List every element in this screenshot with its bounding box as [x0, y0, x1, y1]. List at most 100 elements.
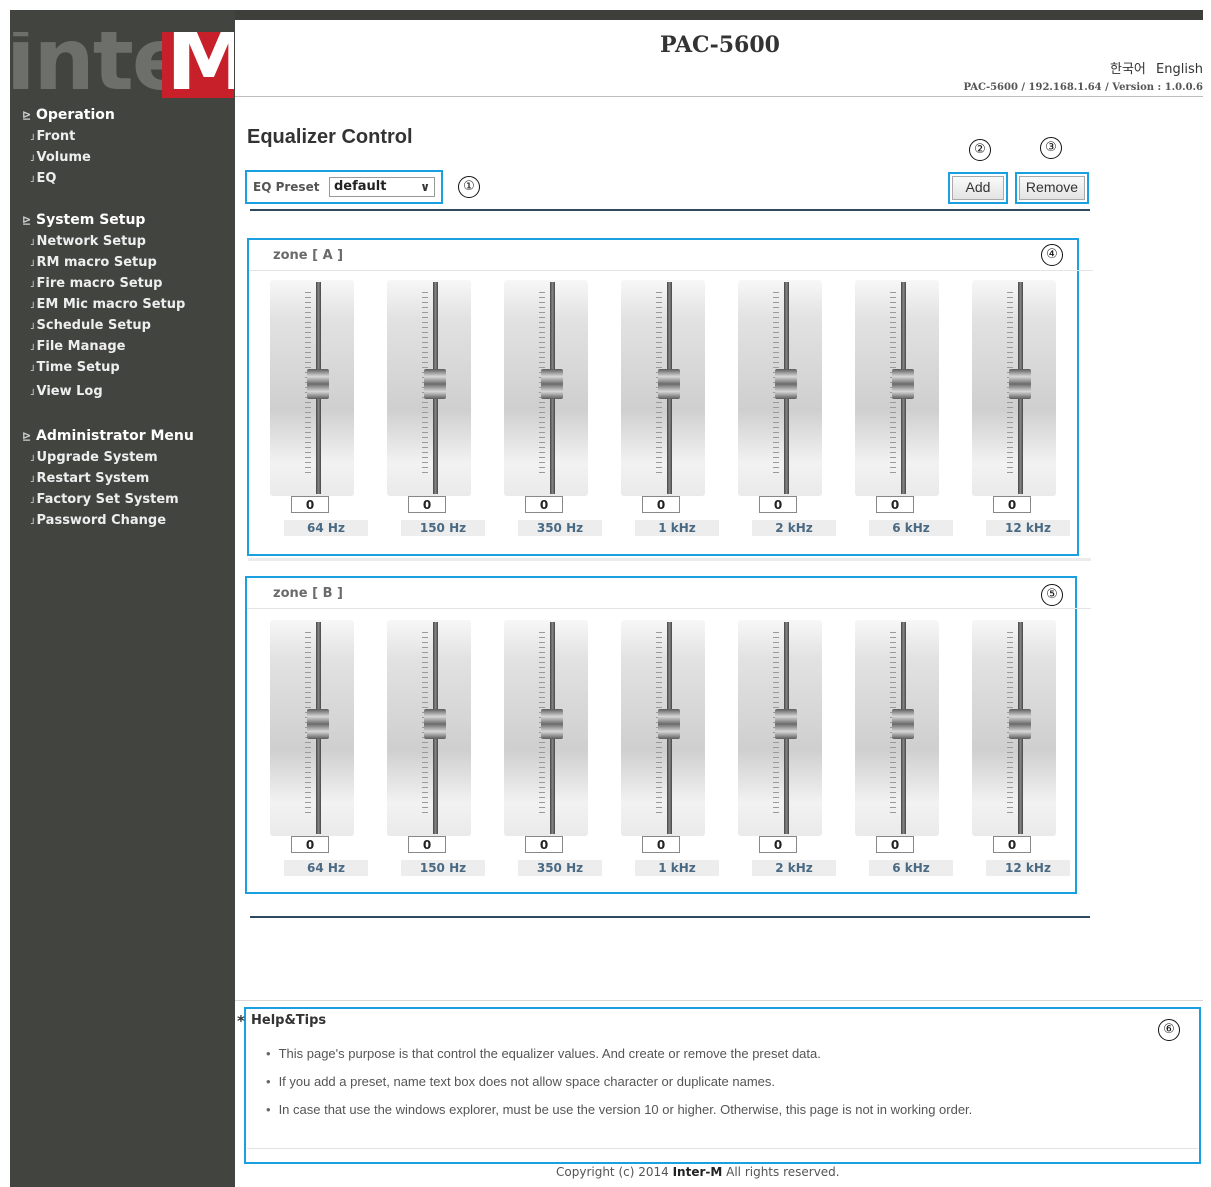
sidebar-item-front[interactable]: ˩ Front: [22, 126, 115, 147]
freq-label: 6 kHz: [869, 860, 953, 876]
slider-knob[interactable]: [307, 709, 329, 739]
callout-2: ②: [969, 139, 991, 161]
header-divider: [235, 96, 1203, 97]
sidebar-item-file-manage[interactable]: ˩ File Manage: [22, 336, 185, 357]
bullet-icon: ˩: [30, 475, 35, 485]
freq-label: 150 Hz: [401, 520, 485, 536]
eq-value-input[interactable]: 0: [642, 496, 680, 513]
eq-value-input[interactable]: 0: [993, 836, 1031, 853]
slider-knob[interactable]: [658, 709, 680, 739]
sidebar-item-factory-set-system[interactable]: ˩ Factory Set System: [22, 489, 194, 510]
eq-slider-zone-a-2khz[interactable]: [738, 280, 822, 496]
menu-group-icon: ⊵: [22, 430, 32, 443]
bullet-icon: •: [266, 1046, 271, 1061]
bullet-icon: ˩: [30, 133, 35, 143]
eq-value-input[interactable]: 0: [642, 836, 680, 853]
slider-knob[interactable]: [424, 369, 446, 399]
help-divider: [235, 1000, 1203, 1001]
eq-slider-zone-a-350hz[interactable]: [504, 280, 588, 496]
eq-slider-zone-a-6khz[interactable]: [855, 280, 939, 496]
eq-slider-zone-b-2khz[interactable]: [738, 620, 822, 836]
zone-b-header: zone [ B ]: [247, 578, 1091, 609]
slider-knob[interactable]: [1009, 709, 1031, 739]
slider-knob[interactable]: [424, 709, 446, 739]
slider-knob[interactable]: [541, 369, 563, 399]
eq-value-input[interactable]: 0: [408, 496, 446, 513]
eq-value-input[interactable]: 0: [408, 836, 446, 853]
slider-knob[interactable]: [658, 369, 680, 399]
menu-system-setup: ⊵ System Setup ˩ Network Setup ˩ RM macro S…: [22, 210, 185, 402]
freq-label: 350 Hz: [518, 520, 602, 536]
eq-slider-zone-b-150hz[interactable]: [387, 620, 471, 836]
sidebar-item-eq[interactable]: ˩ EQ: [22, 168, 115, 189]
sidebar-item-fire-macro-setup[interactable]: ˩ Fire macro Setup: [22, 273, 185, 294]
eq-preset-label: EQ Preset: [253, 180, 320, 194]
eq-slider-zone-b-6khz[interactable]: [855, 620, 939, 836]
sidebar-item-password-change[interactable]: ˩ Password Change: [22, 510, 194, 531]
bullet-icon: ˩: [30, 259, 35, 269]
eq-value-input[interactable]: 0: [993, 496, 1031, 513]
bullet-icon: ˩: [30, 301, 35, 311]
lang-english-link[interactable]: English: [1156, 62, 1203, 77]
eq-value-input[interactable]: 0: [291, 836, 329, 853]
eq-slider-zone-a-1khz[interactable]: [621, 280, 705, 496]
eq-slider-zone-a-64hz[interactable]: [270, 280, 354, 496]
page-title: PAC-5600: [660, 32, 780, 58]
slider-knob[interactable]: [541, 709, 563, 739]
sidebar-item-network-setup[interactable]: ˩ Network Setup: [22, 231, 185, 252]
lang-korean-link[interactable]: 한국어: [1110, 62, 1146, 77]
sidebar-item-view-log[interactable]: ˩ View Log: [22, 381, 185, 402]
eq-preset-value: default: [334, 179, 387, 194]
sidebar-item-em-mic-macro-setup[interactable]: ˩ EM Mic macro Setup: [22, 294, 185, 315]
slider-knob[interactable]: [307, 369, 329, 399]
zone-divider: [248, 558, 1091, 561]
section-heading: Equalizer Control: [247, 126, 413, 148]
bullet-icon: ˩: [30, 322, 35, 332]
eq-preset-select[interactable]: default ∨: [329, 177, 435, 197]
eq-value-input[interactable]: 0: [291, 496, 329, 513]
eq-value-input[interactable]: 0: [759, 496, 797, 513]
logo: inter M: [10, 32, 235, 100]
menu-group-system-setup[interactable]: ⊵ System Setup: [22, 210, 185, 231]
logo-accent-letter: M: [166, 32, 234, 98]
eq-value-input[interactable]: 0: [525, 836, 563, 853]
sidebar-item-time-setup[interactable]: ˩ Time Setup: [22, 357, 185, 378]
slider-knob[interactable]: [1009, 369, 1031, 399]
slider-knob[interactable]: [892, 369, 914, 399]
eq-slider-zone-b-1khz[interactable]: [621, 620, 705, 836]
add-button[interactable]: Add: [952, 176, 1004, 200]
sidebar-item-restart-system[interactable]: ˩ Restart System: [22, 468, 194, 489]
sidebar-item-schedule-setup[interactable]: ˩ Schedule Setup: [22, 315, 185, 336]
freq-label: 2 kHz: [752, 520, 836, 536]
eq-slider-zone-a-12khz[interactable]: [972, 280, 1056, 496]
eq-value-input[interactable]: 0: [876, 836, 914, 853]
eq-slider-zone-b-350hz[interactable]: [504, 620, 588, 836]
freq-label: 1 kHz: [635, 520, 719, 536]
bullet-icon: ˩: [30, 238, 35, 248]
version-info: PAC-5600 / 192.168.1.64 / Version : 1.0.…: [963, 82, 1203, 93]
bullet-icon: •: [266, 1074, 271, 1089]
sidebar-item-volume[interactable]: ˩ Volume: [22, 147, 115, 168]
eq-slider-zone-b-64hz[interactable]: [270, 620, 354, 836]
help-tip: • If you add a preset, name text box does…: [266, 1074, 776, 1089]
slider-knob[interactable]: [775, 709, 797, 739]
bullet-icon: ˩: [30, 175, 35, 185]
eq-value-input[interactable]: 0: [759, 836, 797, 853]
sidebar-item-upgrade-system[interactable]: ˩ Upgrade System: [22, 447, 194, 468]
eq-slider-zone-b-12khz[interactable]: [972, 620, 1056, 836]
eq-slider-zone-a-150hz[interactable]: [387, 280, 471, 496]
eq-value-input[interactable]: 0: [876, 496, 914, 513]
eq-value-input[interactable]: 0: [525, 496, 563, 513]
menu-group-administrator[interactable]: ⊵ Administrator Menu: [22, 426, 194, 447]
help-inner-divider: [247, 1148, 1198, 1149]
remove-button[interactable]: Remove: [1019, 176, 1085, 200]
menu-group-operation[interactable]: ⊵ Operation: [22, 105, 115, 126]
slider-knob[interactable]: [775, 369, 797, 399]
help-marker: *: [237, 1012, 245, 1030]
bullet-icon: ˩: [30, 388, 35, 398]
slider-knob[interactable]: [892, 709, 914, 739]
zone-b-title: zone [ B ]: [273, 586, 343, 601]
callout-3: ③: [1040, 137, 1062, 159]
sidebar-item-rm-macro-setup[interactable]: ˩ RM macro Setup: [22, 252, 185, 273]
remove-button-highlight: Remove: [1015, 172, 1089, 204]
